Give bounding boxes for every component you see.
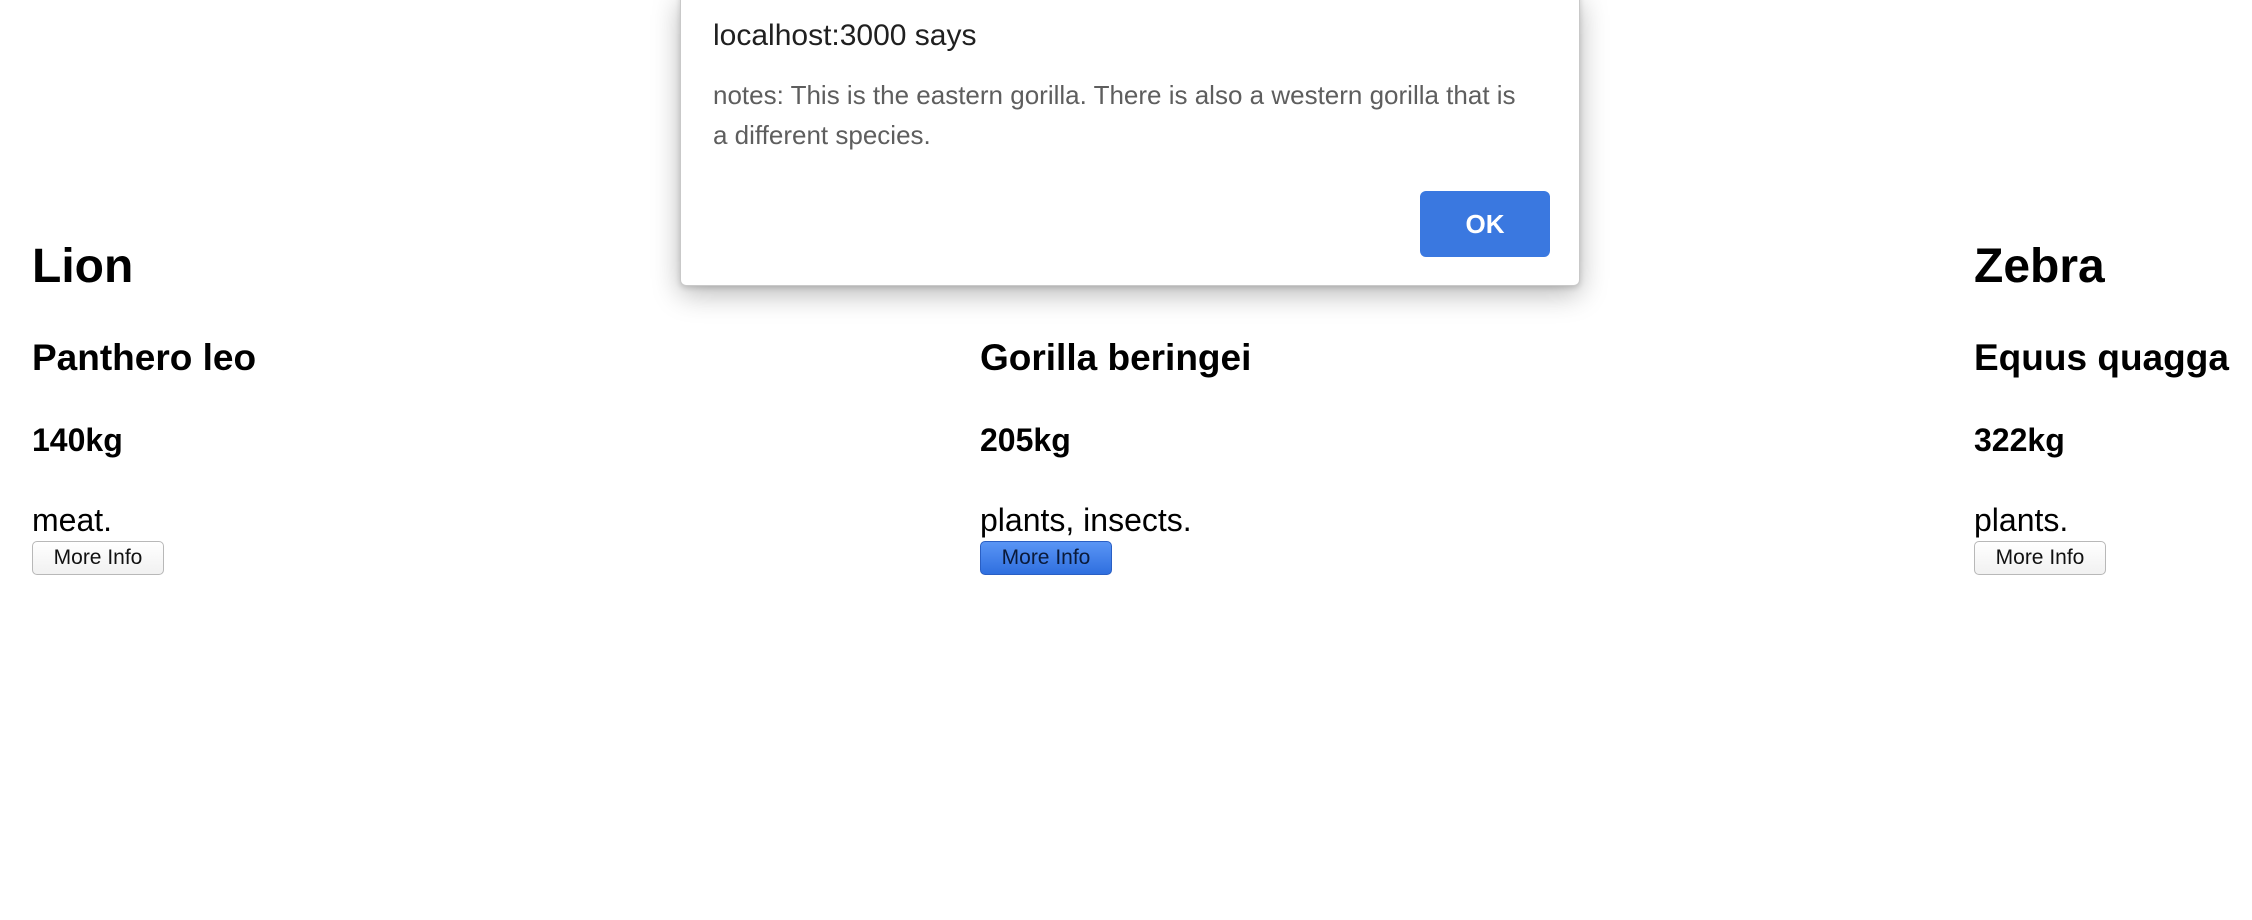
- more-info-button[interactable]: More Info: [980, 541, 1112, 575]
- animal-diet: plants.: [1974, 502, 2069, 538]
- animal-scientific-name: Equus quagga: [1974, 337, 2229, 378]
- animal-weight: 140kg: [32, 422, 123, 458]
- more-info-button[interactable]: More Info: [32, 541, 164, 575]
- dialog-message: notes: This is the eastern gorilla. Ther…: [713, 80, 1516, 150]
- animal-scientific-name: Panthero leo: [32, 337, 257, 378]
- alert-dialog: localhost:3000 says notes: This is the e…: [680, 0, 1580, 286]
- animal-name: Zebra: [1974, 240, 2105, 293]
- animal-weight: 205kg: [980, 422, 1071, 458]
- more-info-button[interactable]: More Info: [1974, 541, 2106, 575]
- dialog-title: localhost:3000 says: [713, 19, 977, 52]
- animal-name: Lion: [32, 240, 134, 293]
- animal-weight: 322kg: [1974, 422, 2065, 458]
- animal-diet: meat.: [32, 502, 113, 538]
- animal-diet: plants, insects.: [980, 502, 1192, 538]
- ok-button[interactable]: OK: [1420, 191, 1550, 257]
- animal-scientific-name: Gorilla beringei: [980, 337, 1252, 378]
